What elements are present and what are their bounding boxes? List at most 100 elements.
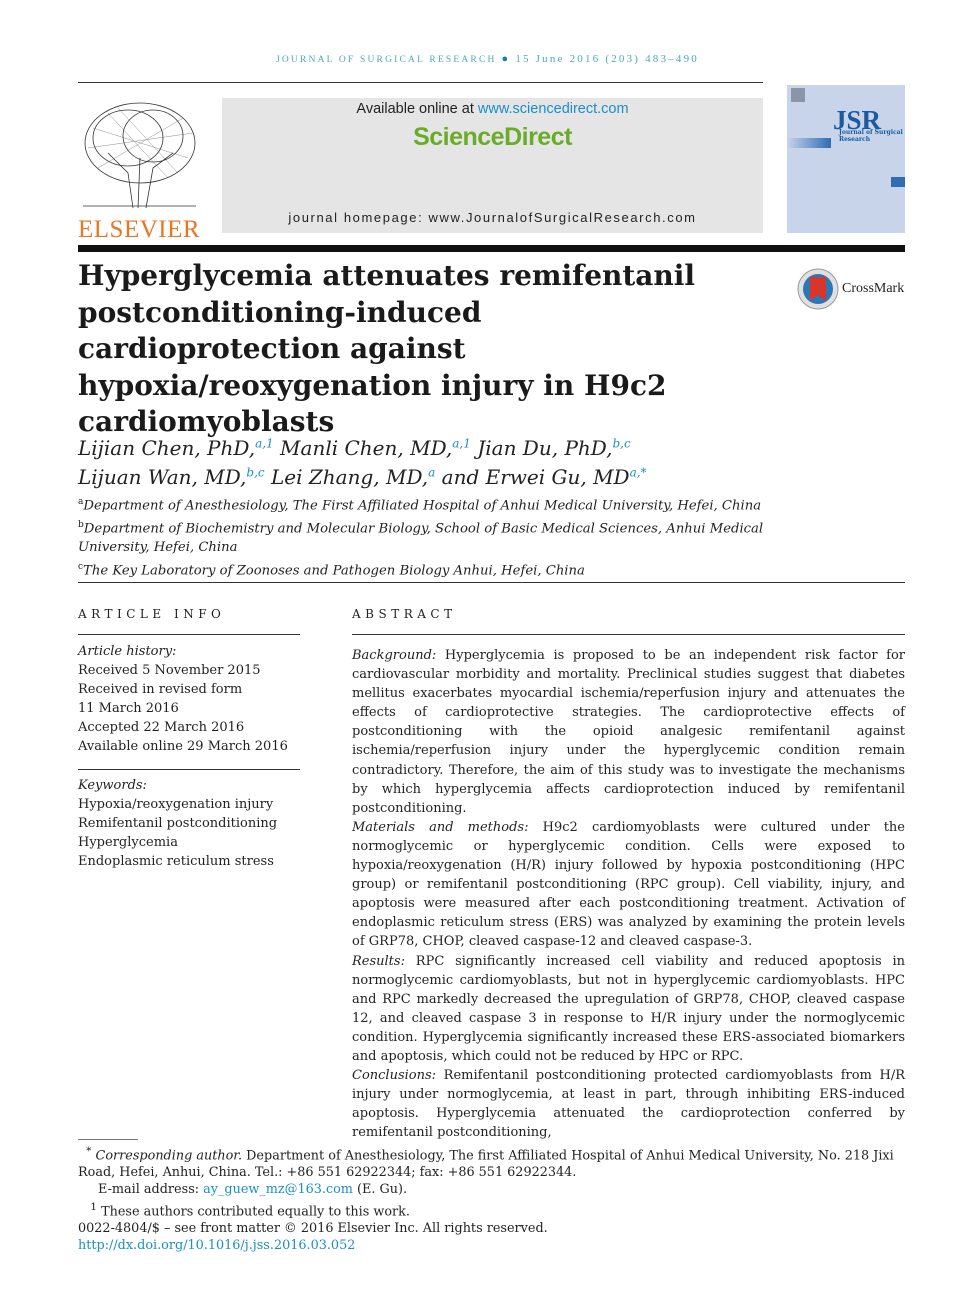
text-span: Available online 29 March 2016 xyxy=(78,739,288,755)
keyword: Hypoxia/reoxygenation injury xyxy=(78,797,274,813)
crossmark-icon xyxy=(797,268,839,310)
doi-link[interactable]: http://dx.doi.org/10.1016/j.jss.2016.03.… xyxy=(78,1238,355,1253)
text-span: H9c2 cardiomyoblasts were cultured under… xyxy=(352,819,905,950)
keyword: Endoplasmic reticulum stress xyxy=(78,854,274,870)
email-line: E-mail address: ay_guew_mz@163.com (E. G… xyxy=(78,1182,905,1199)
issue-info: 15 June 2016 (203) 483–490 xyxy=(515,53,700,65)
journal-cover: JSR Journal of Surgical Research xyxy=(787,85,905,233)
text-span: a,1 xyxy=(452,436,471,450)
text-span: Hyperglycemia is proposed to be an indep… xyxy=(352,648,906,816)
abstract-rule xyxy=(352,634,905,635)
text-span: a,* xyxy=(629,465,647,480)
text-span: Results: xyxy=(352,953,405,969)
journal-name: Journal of Surgical Research xyxy=(275,55,497,65)
author[interactable]: Manli Chen, MD,a,1 xyxy=(280,436,471,460)
author[interactable]: Lijian Chen, PhD,a,1 xyxy=(78,436,274,460)
text-span xyxy=(107,152,174,209)
article-page: Journal of Surgical Research ● 15 June 2… xyxy=(0,0,975,1305)
text-span: Background: xyxy=(352,648,437,663)
keyword: Remifentanil postconditioning xyxy=(78,816,278,832)
text-span: Article history: xyxy=(78,644,177,659)
section-rule xyxy=(78,582,905,583)
article-info-heading: ARTICLE INFO xyxy=(78,607,226,621)
author-list: Lijian Chen, PhD,a,1 Manli Chen, MD,a,1 … xyxy=(78,431,778,489)
affiliation: cThe Key Laboratory of Zoonoses and Path… xyxy=(78,558,768,581)
available-online-text: Available online at xyxy=(356,101,474,117)
text-span xyxy=(92,109,164,167)
text-span: E-mail address: xyxy=(98,1181,200,1197)
text-span: b,c xyxy=(612,436,631,450)
author[interactable]: Lei Zhang, MD,a xyxy=(271,465,435,489)
elsevier-logo: ELSEVIER xyxy=(78,98,200,243)
sciencedirect-link[interactable]: www.sciencedirect.com xyxy=(478,101,629,117)
text-span: a xyxy=(428,465,436,480)
affiliation: aDepartment of Anesthesiology, The First… xyxy=(78,493,768,516)
author[interactable]: and Erwei Gu, MDa,* xyxy=(442,465,647,489)
text-span: http://dx.doi.org/10.1016/j.jss.2016.03.… xyxy=(78,1238,905,1255)
article-history: Article history: Received 5 November 201… xyxy=(78,642,300,757)
text-span xyxy=(87,107,194,179)
title-bar xyxy=(78,245,905,252)
text-span: 11 March 2016 xyxy=(78,701,179,717)
affiliations: aDepartment of Anesthesiology, The First… xyxy=(78,493,768,580)
elsevier-wordmark: ELSEVIER xyxy=(78,216,201,243)
keyword: Hyperglycemia xyxy=(78,835,178,851)
text-span: Conclusions: xyxy=(352,1068,437,1084)
text-span: ● xyxy=(501,53,511,65)
text-span: Materials and methods: xyxy=(352,819,529,835)
sciencedirect-banner: Available online at www.sciencedirect.co… xyxy=(222,98,763,233)
text-span xyxy=(87,107,194,179)
issn-copyright: 0022-4804/$ – see front matter © 2016 El… xyxy=(78,1220,548,1236)
text-span: Keywords: xyxy=(78,778,147,793)
text-span: (E. Gu). xyxy=(357,1181,408,1197)
text-span: Department of Biochemistry and Molecular… xyxy=(78,521,764,556)
elsevier-mini-logo xyxy=(791,88,805,102)
crossmark-label: CrossMark xyxy=(842,281,905,296)
text-span: Jian Du, PhD, xyxy=(477,435,613,460)
text-span: Manli Chen, MD, xyxy=(280,435,453,460)
sciencedirect-logo: ScienceDirect xyxy=(413,123,572,151)
text-span: Lijian Chen, PhD, xyxy=(78,435,256,460)
article-info-rule xyxy=(78,634,300,635)
corresponding-author-note: * Corresponding author. Department of An… xyxy=(78,1143,905,1182)
text-span: Lei Zhang, MD, xyxy=(271,464,429,489)
cover-bar xyxy=(891,177,905,187)
text-span: and Erwei Gu, MD xyxy=(441,464,630,489)
abstract-conclusions: Conclusions: Remifentanil postconditioni… xyxy=(352,1066,905,1142)
text-span xyxy=(83,102,196,209)
text-span: Available online at www.sciencedirect.co… xyxy=(222,101,763,117)
cover-bar xyxy=(787,138,831,148)
article-title: Hyperglycemia attenuates remifentanil po… xyxy=(78,259,696,438)
text-span: * xyxy=(86,1144,92,1157)
footnote-rule xyxy=(78,1139,138,1140)
equal-contribution-note: 1 These authors contributed equally to t… xyxy=(78,1199,905,1221)
elsevier-tree-icon xyxy=(83,102,196,209)
text-span: RPC significantly increased cell viabili… xyxy=(352,953,905,1064)
text-span: 1 xyxy=(90,1199,97,1213)
text-span: The Key Laboratory of Zoonoses and Patho… xyxy=(83,563,585,579)
footnotes: * Corresponding author. Department of An… xyxy=(78,1143,905,1254)
text-span: Lijuan Wan, MD, xyxy=(78,464,247,489)
text-span: Accepted 22 March 2016 xyxy=(78,720,245,736)
abstract-heading: ABSTRACT xyxy=(352,607,457,621)
text-span: Received 5 November 2015 xyxy=(78,663,261,679)
affiliation: bDepartment of Biochemistry and Molecula… xyxy=(78,516,768,558)
text-span: Lijian Chen, PhD,a,1 Manli Chen, MD,a,1 … xyxy=(78,431,778,460)
text-span: Lijuan Wan, MD,b,c Lei Zhang, MD,a and E… xyxy=(78,460,778,489)
journal-homepage[interactable]: journal homepage: www.JournalofSurgicalR… xyxy=(222,210,763,225)
text-span: Department of Anesthesiology, The First … xyxy=(83,498,762,514)
text-span: Received in revised form xyxy=(78,682,243,698)
author[interactable]: Lijuan Wan, MD,b,c xyxy=(78,465,265,489)
abstract-background: Background: Hyperglycemia is proposed to… xyxy=(352,646,905,818)
crossmark-badge[interactable]: CrossMark xyxy=(797,268,904,310)
author[interactable]: Jian Du, PhD,b,c xyxy=(477,436,630,460)
text-span xyxy=(122,109,184,163)
text-span: a,1 xyxy=(255,436,274,450)
text-span: b,c xyxy=(246,465,265,480)
abstract-methods: Materials and methods: H9c2 cardiomyobla… xyxy=(352,818,905,952)
abstract-body: Background: Hyperglycemia is proposed to… xyxy=(352,646,905,1142)
keywords: Keywords: Hypoxia/reoxygenation injury Re… xyxy=(78,776,300,871)
email-link[interactable]: ay_guew_mz@163.com xyxy=(203,1182,353,1197)
text-span: These authors contributed equally to thi… xyxy=(101,1203,410,1219)
text-span: Corresponding author. xyxy=(95,1148,243,1164)
